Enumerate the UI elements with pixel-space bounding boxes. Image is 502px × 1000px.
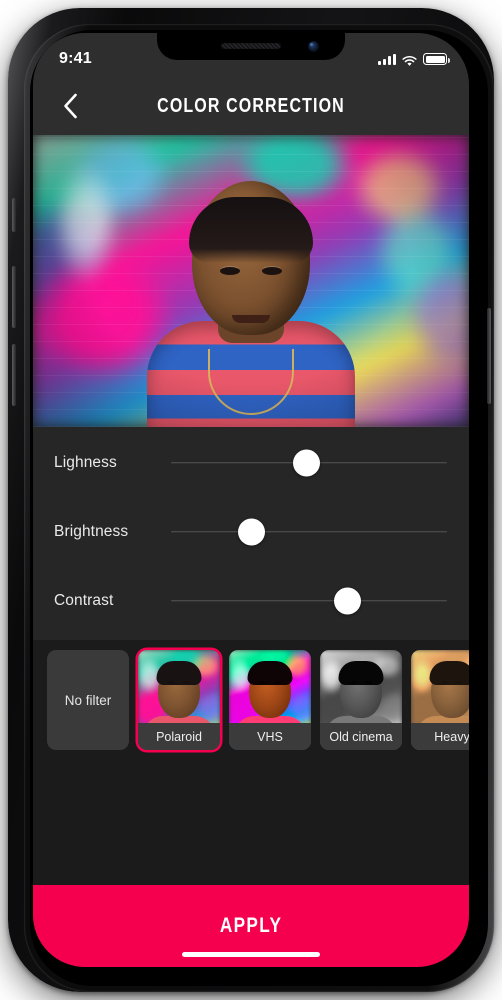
filter-label-heavy: Heavy [411, 723, 469, 750]
phone-screen: 9:41 COLOR CORRECTION Lighness Brightnes… [33, 33, 469, 967]
chevron-left-icon [63, 93, 77, 119]
apply-button-label: APPLY [219, 914, 283, 937]
power-button[interactable] [487, 308, 491, 404]
slider-track-lightness[interactable] [171, 449, 447, 477]
photo-preview[interactable] [33, 135, 469, 427]
adjustment-panel: Lighness Brightness Contrast [33, 427, 469, 640]
slider-label-lightness: Lighness [54, 454, 117, 471]
status-time: 9:41 [59, 50, 92, 67]
slider-row-contrast: Contrast [33, 579, 469, 623]
earpiece-speaker-icon [221, 43, 281, 49]
filter-item-old-cinema[interactable]: Old cinema [320, 650, 402, 750]
slider-label-brightness: Brightness [54, 523, 129, 540]
slider-row-lightness: Lighness [33, 441, 469, 485]
volume-up-button[interactable] [12, 266, 16, 328]
home-indicator[interactable] [182, 952, 320, 957]
wifi-icon [402, 54, 417, 66]
filter-item-polaroid[interactable]: Polaroid [138, 650, 220, 750]
slider-thumb-brightness[interactable] [237, 518, 265, 546]
status-icons [378, 53, 450, 66]
front-camera-icon [308, 41, 319, 52]
filter-item-heavy[interactable]: Heavy [411, 650, 469, 750]
filter-label-polaroid: Polaroid [138, 723, 220, 750]
filter-item-vhs[interactable]: VHS [229, 650, 311, 750]
filter-label-vhs: VHS [229, 723, 311, 750]
silent-switch[interactable] [12, 198, 16, 232]
portrait-subject [146, 159, 356, 427]
filter-label-old-cinema: Old cinema [320, 723, 402, 750]
filter-scroll-list[interactable]: No filter Polaroid VHS Old cinema Heavy [33, 650, 469, 758]
screenshot-stage: 9:41 COLOR CORRECTION Lighness Brightnes… [0, 0, 502, 1000]
filter-strip: No filter Polaroid VHS Old cinema Heavy [33, 640, 469, 885]
slider-label-contrast: Contrast [54, 592, 114, 609]
slider-row-brightness: Brightness [33, 510, 469, 554]
notch [157, 33, 345, 60]
filter-label-no-filter: No filter [64, 692, 112, 708]
slider-thumb-contrast[interactable] [334, 587, 362, 615]
slider-thumb-lightness[interactable] [292, 449, 320, 477]
battery-full-icon [423, 53, 450, 65]
volume-down-button[interactable] [12, 344, 16, 406]
filter-item-no-filter[interactable]: No filter [47, 650, 129, 750]
slider-track-contrast[interactable] [171, 587, 447, 615]
page-title: COLOR CORRECTION [157, 94, 345, 117]
cellular-signal-icon [378, 53, 396, 65]
nav-header: COLOR CORRECTION [33, 77, 469, 135]
slider-track-brightness[interactable] [171, 518, 447, 546]
